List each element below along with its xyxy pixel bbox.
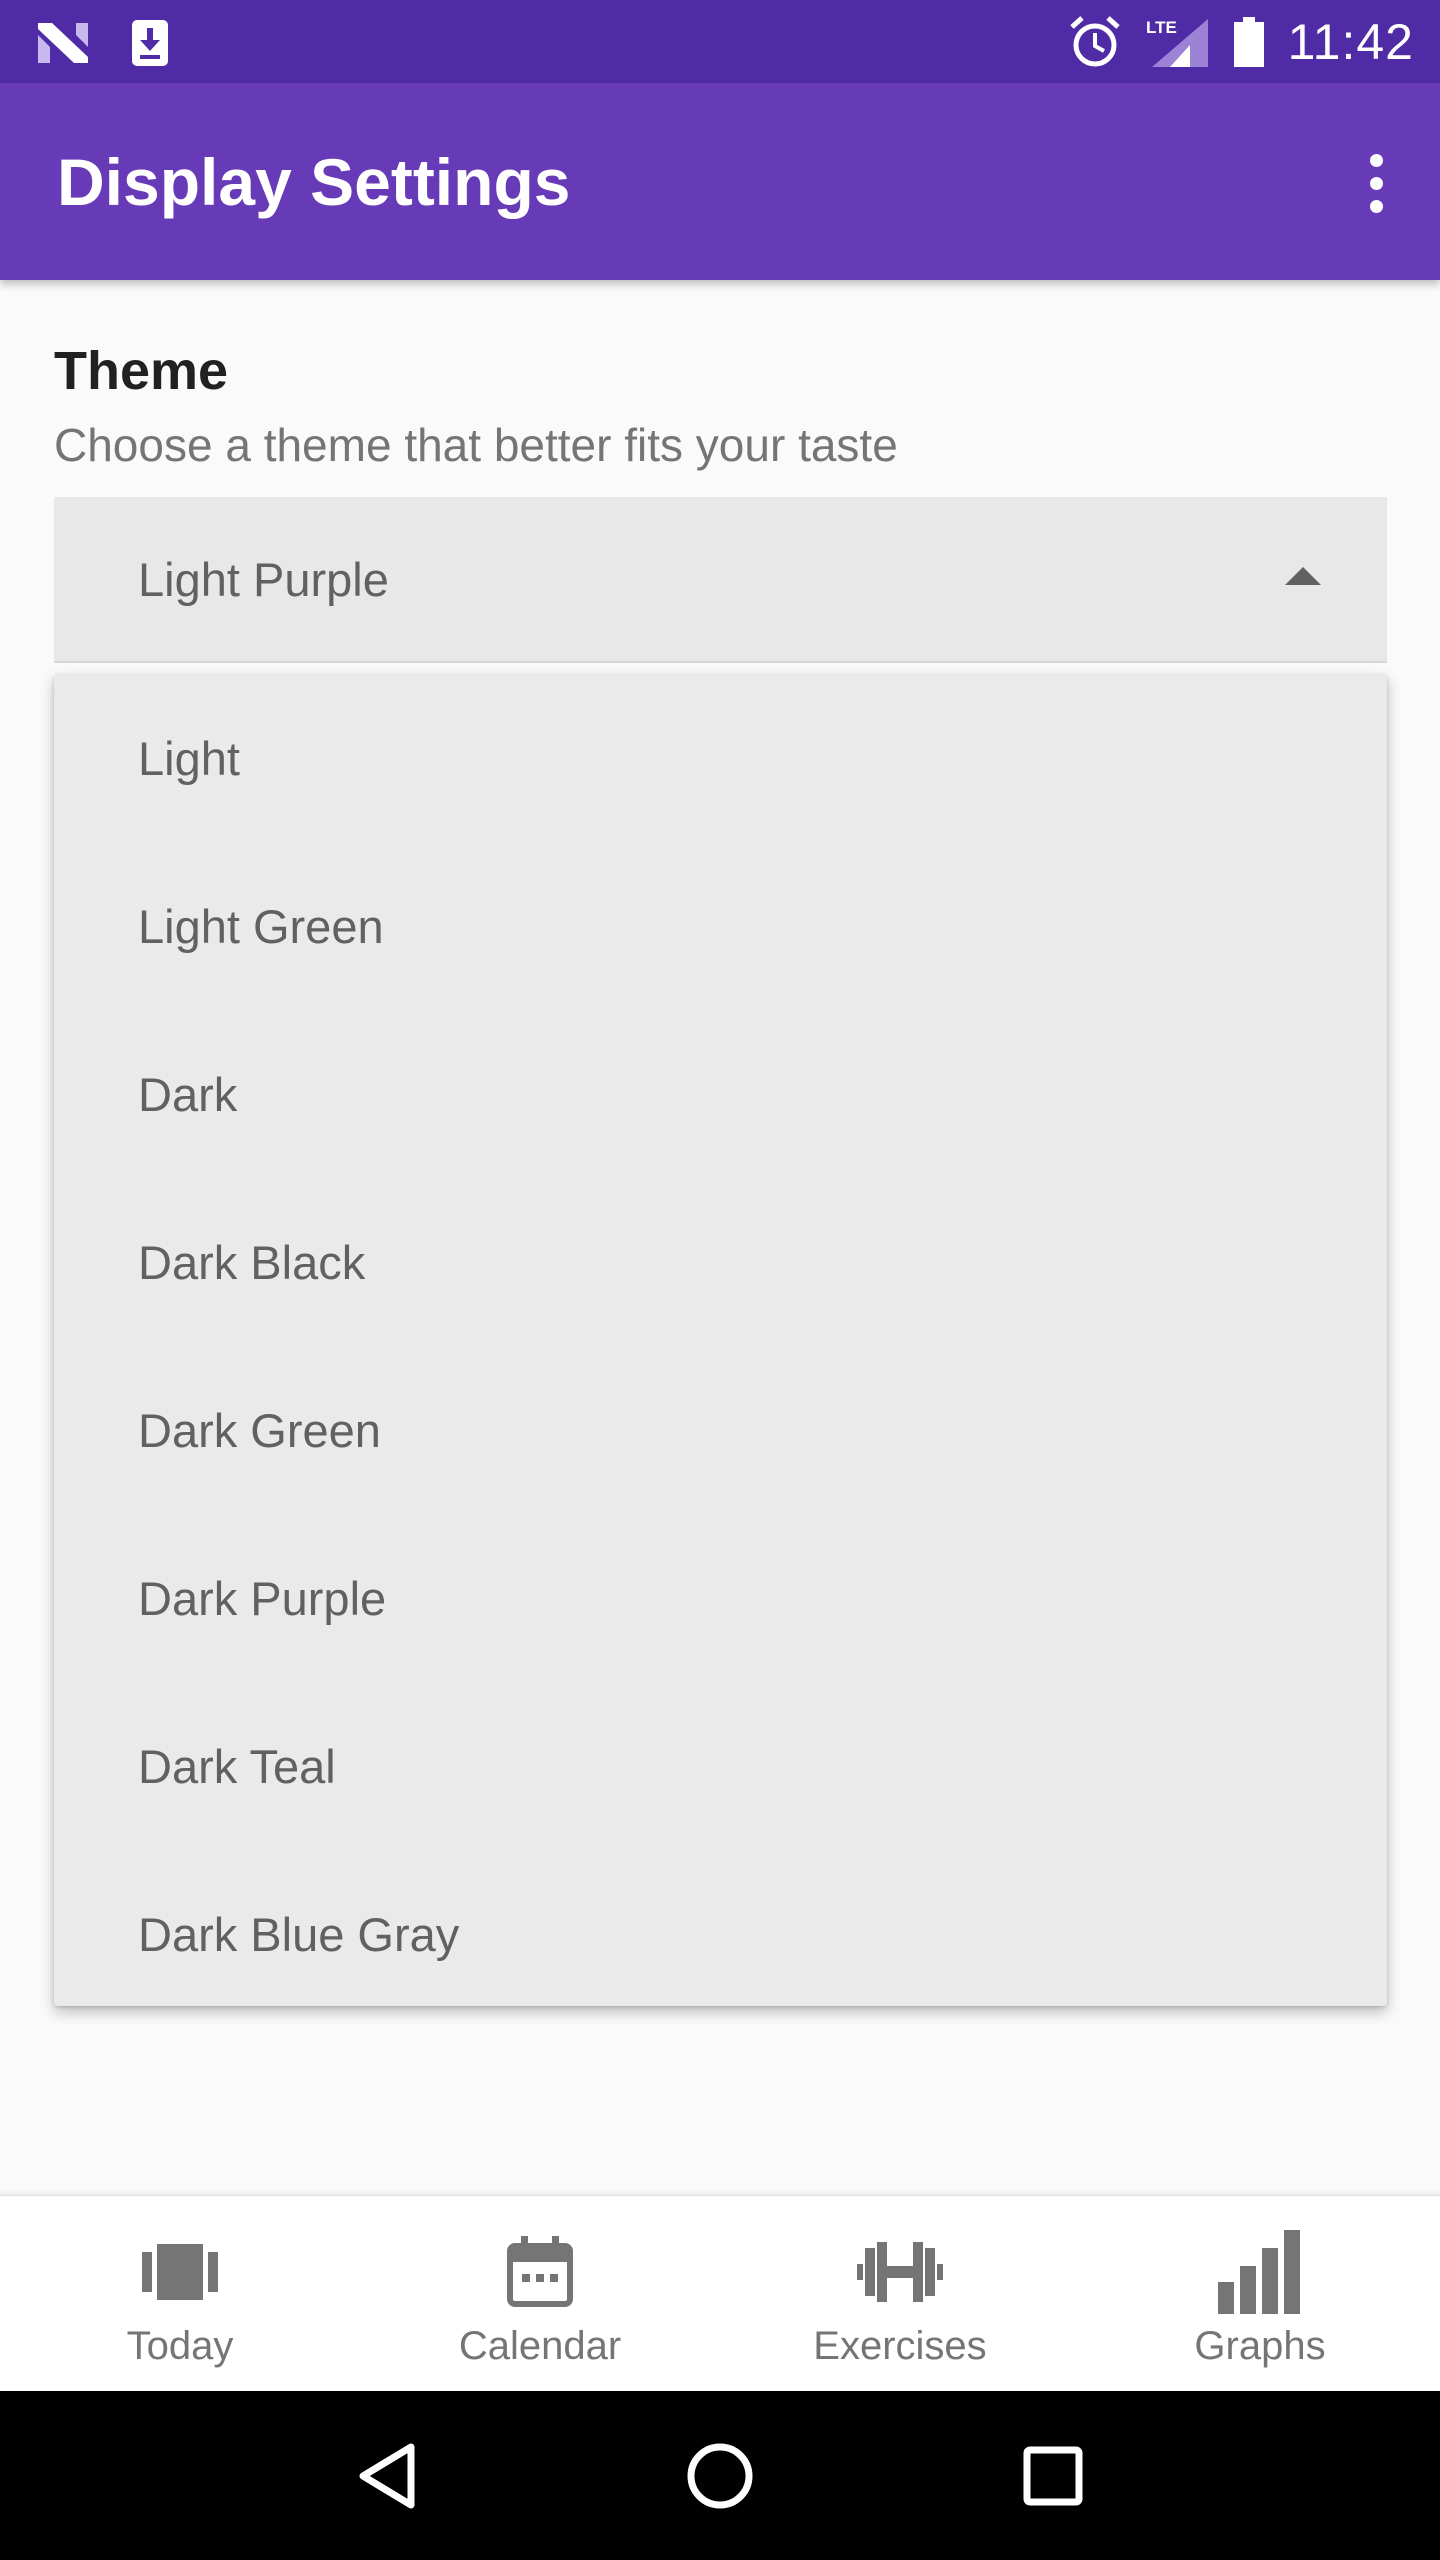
n-logo-icon [36,21,90,65]
nav-label: Graphs [1194,2324,1326,2368]
theme-option-dark-blue-gray[interactable]: Dark Blue Gray [54,1850,1387,2018]
theme-option-label: Dark Blue Gray [138,1907,460,1961]
theme-option-label: Dark Purple [138,1571,387,1625]
theme-heading: Theme [54,341,229,401]
page-title: Display Settings [57,144,571,219]
status-bar-right: LTE 11:42 [1068,0,1414,83]
theme-option-label: Dark Teal [138,1739,336,1793]
recents-icon[interactable] [998,2421,1108,2531]
theme-options-menu: Light Light Green Dark Dark Black Dark G… [54,674,1387,2006]
more-vert-icon[interactable] [1348,143,1404,223]
dropdown-arrow-up-icon [1285,567,1321,585]
back-icon[interactable] [332,2421,442,2531]
nav-exercises[interactable]: Exercises [720,2196,1080,2392]
nav-label: Exercises [813,2324,987,2368]
nav-label: Today [126,2324,234,2368]
dumbbell-icon [857,2230,943,2314]
theme-option-dark-teal[interactable]: Dark Teal [54,1682,1387,1850]
nav-today[interactable]: Today [0,2196,360,2392]
theme-option-dark[interactable]: Dark [54,1010,1387,1178]
theme-option-label: Light [138,731,240,785]
overflow-dot [1369,199,1383,213]
theme-option-dark-green[interactable]: Dark Green [54,1346,1387,1514]
nav-graphs[interactable]: Graphs [1080,2196,1440,2392]
today-cards-icon [142,2230,218,2314]
app-bar: Display Settings [0,83,1440,280]
theme-option-label: Light Green [138,899,384,953]
alarm-icon [1068,15,1122,69]
battery-icon [1232,15,1266,69]
screen: LTE 11:42 Display Settings Theme Choose … [0,0,1440,2560]
theme-selected-value: Light Purple [138,552,389,606]
system-navigation-bar [0,2391,1440,2560]
bottom-navigation: Today Calendar Exercises Graphs [0,2195,1440,2392]
overflow-dot [1369,153,1383,167]
status-time: 11:42 [1287,13,1414,70]
status-bar: LTE 11:42 [0,0,1440,83]
theme-option-label: Dark [138,1067,238,1121]
download-icon [130,18,170,68]
status-bar-left [36,18,170,68]
network-type-label: LTE [1146,18,1177,37]
signal-icon: LTE [1144,15,1210,69]
theme-dropdown[interactable]: Light Purple [54,497,1387,663]
theme-option-light-green[interactable]: Light Green [54,842,1387,1010]
theme-option-label: Dark Green [138,1403,381,1457]
nav-calendar[interactable]: Calendar [360,2196,720,2392]
theme-option-label: Dark Black [138,1235,366,1289]
home-icon[interactable] [665,2421,775,2531]
theme-description: Choose a theme that better fits your tas… [54,419,898,471]
theme-option-dark-purple[interactable]: Dark Purple [54,1514,1387,1682]
overflow-dot [1369,176,1383,190]
theme-option-light[interactable]: Light [54,674,1387,842]
nav-label: Calendar [458,2324,622,2368]
theme-option-dark-black[interactable]: Dark Black [54,1178,1387,1346]
calendar-icon [507,2230,573,2314]
bar-chart-icon [1218,2230,1302,2314]
